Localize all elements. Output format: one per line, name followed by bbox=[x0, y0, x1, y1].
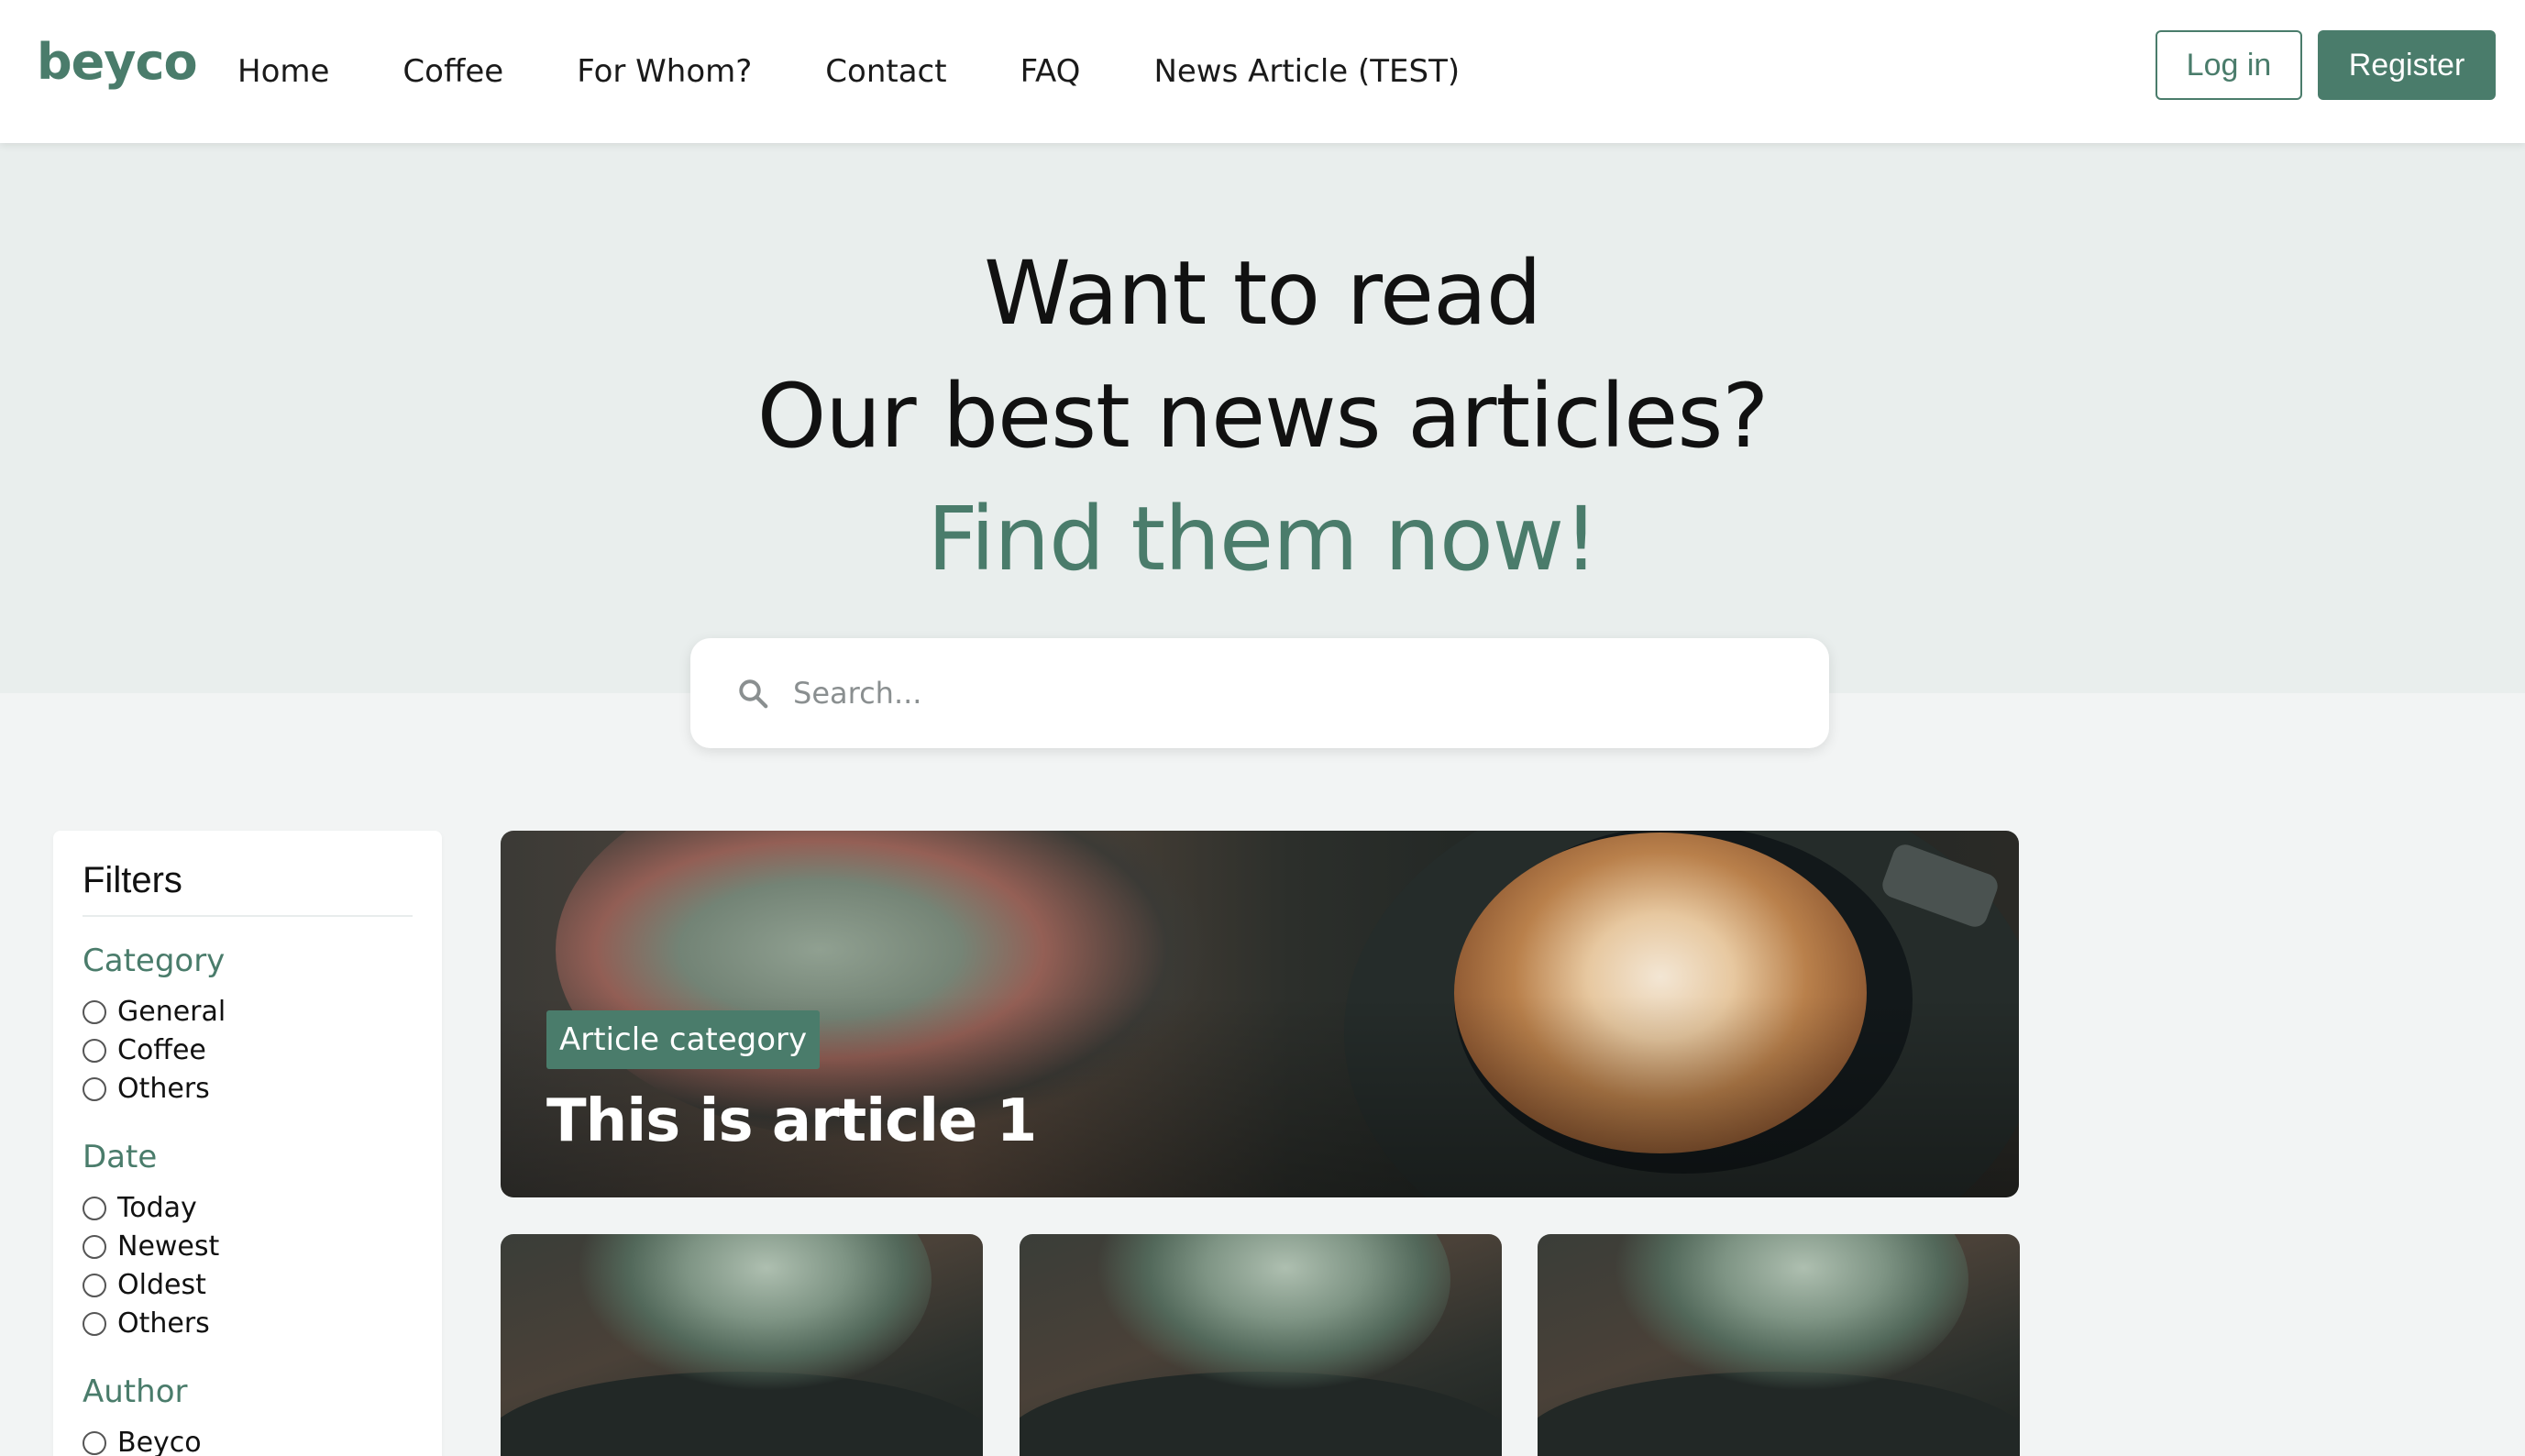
radio-button[interactable] bbox=[83, 999, 106, 1024]
nav-contact[interactable]: Contact bbox=[825, 53, 946, 90]
succulent-image bbox=[1084, 1234, 1450, 1399]
hero-section: Want to read Our best news articles? Fin… bbox=[0, 143, 2525, 693]
filter-option-label: Others bbox=[117, 1073, 210, 1105]
filters-panel: Filters Category General Coffee Others D… bbox=[53, 831, 442, 1456]
article-category-badge[interactable]: Article category bbox=[546, 1010, 821, 1069]
filter-option-label: Others bbox=[117, 1307, 210, 1340]
filter-date-others[interactable]: Others bbox=[83, 1307, 210, 1340]
filter-category-coffee[interactable]: Coffee bbox=[83, 1034, 206, 1066]
article-card[interactable] bbox=[1538, 1234, 2020, 1456]
nav-news-article[interactable]: News Article (TEST) bbox=[1153, 53, 1460, 90]
filter-option-label: General bbox=[117, 996, 226, 1028]
filter-category-others[interactable]: Others bbox=[83, 1073, 210, 1105]
filter-option-label: Newest bbox=[117, 1230, 220, 1263]
filter-date-today[interactable]: Today bbox=[83, 1192, 197, 1224]
filter-option-label: Coffee bbox=[117, 1034, 206, 1066]
radio-button[interactable] bbox=[83, 1273, 106, 1297]
filter-option-label: Today bbox=[117, 1192, 197, 1224]
radio-button[interactable] bbox=[83, 1311, 106, 1336]
search-input[interactable] bbox=[793, 666, 1783, 721]
main-nav: Home Coffee For Whom? Contact FAQ News A… bbox=[237, 0, 1533, 143]
hero-heading-line3: Find them now! bbox=[927, 488, 1598, 590]
filter-date-newest[interactable]: Newest bbox=[83, 1230, 219, 1263]
article-card[interactable] bbox=[501, 1234, 983, 1456]
radio-button[interactable] bbox=[83, 1430, 106, 1455]
filter-group-date: Date bbox=[83, 1139, 158, 1175]
register-button[interactable]: Register bbox=[2318, 30, 2496, 100]
nav-for-whom[interactable]: For Whom? bbox=[577, 53, 752, 90]
filters-divider bbox=[83, 915, 413, 917]
nav-home[interactable]: Home bbox=[237, 53, 329, 90]
beyco-logo[interactable]: beyco bbox=[37, 33, 198, 91]
search-bar bbox=[690, 638, 1829, 748]
nav-faq[interactable]: FAQ bbox=[1020, 53, 1081, 90]
succulent-image bbox=[565, 1234, 932, 1399]
filter-date-oldest[interactable]: Oldest bbox=[83, 1269, 206, 1301]
featured-article-card[interactable]: Article category This is article 1 bbox=[501, 831, 2019, 1197]
featured-article-title[interactable]: This is article 1 bbox=[546, 1087, 1037, 1155]
filter-option-label: Beyco bbox=[117, 1427, 202, 1456]
filter-group-category: Category bbox=[83, 943, 226, 979]
top-navbar: beyco Home Coffee For Whom? Contact FAQ … bbox=[0, 0, 2525, 143]
radio-button[interactable] bbox=[83, 1234, 106, 1259]
filters-title: Filters bbox=[83, 860, 182, 900]
hero-heading-line2: Our best news articles? bbox=[756, 365, 1770, 468]
filter-author-beyco[interactable]: Beyco bbox=[83, 1427, 202, 1456]
filter-option-label: Oldest bbox=[117, 1269, 206, 1301]
radio-button[interactable] bbox=[83, 1076, 106, 1101]
article-card[interactable] bbox=[1020, 1234, 1502, 1456]
hero-heading-line1: Want to read bbox=[984, 242, 1542, 345]
nav-coffee[interactable]: Coffee bbox=[402, 53, 503, 90]
filter-category-general[interactable]: General bbox=[83, 996, 226, 1028]
login-button[interactable]: Log in bbox=[2156, 30, 2302, 100]
radio-button[interactable] bbox=[83, 1196, 106, 1220]
radio-button[interactable] bbox=[83, 1038, 106, 1063]
succulent-image bbox=[1602, 1234, 1968, 1399]
filter-group-author: Author bbox=[83, 1373, 188, 1410]
search-icon bbox=[739, 679, 768, 709]
